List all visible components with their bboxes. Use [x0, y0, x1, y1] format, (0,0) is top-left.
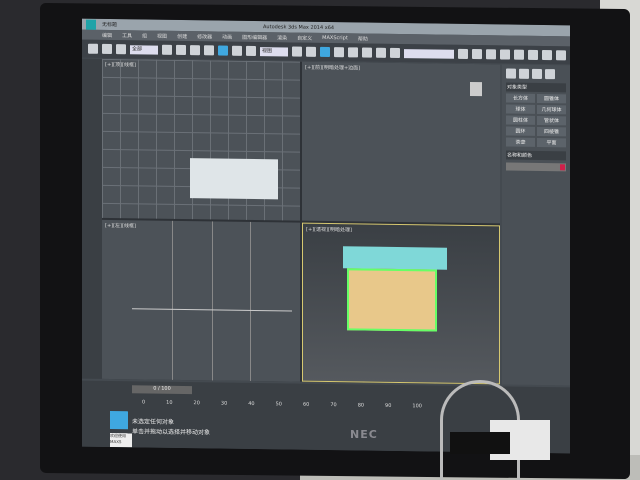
rotate-icon[interactable] [232, 45, 242, 56]
mirror-icon[interactable] [458, 48, 468, 59]
maxscript-listener[interactable]: 欢迎使用 MAXS [110, 432, 132, 448]
geosphere-button[interactable]: 几何球体 [537, 104, 566, 115]
tick-label: 30 [220, 400, 228, 407]
file-name: 无标题 [102, 21, 118, 29]
pivot-icon[interactable] [292, 46, 302, 57]
tick-label: 90 [385, 402, 392, 409]
building-model[interactable] [347, 268, 437, 332]
viewport-perspective[interactable]: [+][透视][明暗处理] [302, 222, 500, 385]
viewport-label[interactable]: [+][顶][线框] [105, 61, 136, 68]
name-field[interactable] [506, 162, 566, 172]
link-icon[interactable] [88, 43, 98, 54]
percent-snap-icon[interactable] [362, 47, 372, 58]
select-move-icon[interactable] [218, 45, 228, 56]
tick-label: 80 [357, 402, 365, 409]
viewport-label[interactable]: [+][前][明暗处理+边面] [305, 64, 360, 72]
viewport-left[interactable]: [+][左][线框] [102, 219, 300, 382]
menu-help[interactable]: 帮助 [358, 35, 368, 42]
unlink-icon[interactable] [102, 43, 112, 55]
named-selection-dropdown[interactable] [404, 48, 454, 59]
timeline-ticks: 0 10 20 30 40 50 60 70 80 90 100 [142, 399, 422, 417]
hierarchy-tab-icon[interactable] [532, 68, 542, 80]
spinner-snap-icon[interactable] [376, 47, 386, 58]
menu-maxscript[interactable]: MAXScript [322, 35, 348, 41]
time-slider[interactable]: 0 / 100 [132, 385, 192, 395]
curve-editor-icon[interactable] [500, 49, 510, 60]
color-swatch[interactable] [560, 164, 565, 171]
modify-tab-icon[interactable] [519, 68, 529, 79]
selection-filter-dropdown[interactable]: 全部 [130, 44, 158, 55]
menu-animation[interactable]: 动画 [222, 33, 232, 40]
motion-tab-icon[interactable] [545, 69, 555, 80]
menu-modifiers[interactable]: 修改器 [197, 33, 212, 40]
render-setup-icon[interactable] [542, 50, 552, 61]
bind-space-warp-icon[interactable] [116, 44, 126, 55]
sphere-button[interactable]: 球体 [506, 104, 535, 114]
menu-edit[interactable]: 编辑 [102, 31, 112, 38]
object-type-rollout[interactable]: 对象类型 [506, 82, 566, 93]
viewport-label[interactable]: [+][左][线框] [105, 222, 136, 229]
cone-button[interactable]: 圆锥体 [537, 93, 566, 104]
window-crossing-icon[interactable] [204, 45, 214, 56]
app-logo-icon[interactable] [86, 19, 96, 30]
command-panel: 对象类型 长方体 圆锥体 球体 几何球体 圆柱体 管状体 圆环 四棱锥 茶壶 平… [502, 64, 570, 386]
cylinder-button[interactable]: 圆柱体 [506, 115, 535, 125]
command-tabs [506, 68, 566, 80]
tick-label: 70 [330, 402, 337, 409]
menu-customize[interactable]: 自定义 [297, 34, 312, 41]
manipulate-icon[interactable] [306, 46, 316, 57]
tube-button[interactable]: 管状体 [537, 115, 566, 126]
viewcube-icon[interactable] [470, 82, 482, 97]
pyramid-button[interactable]: 四棱锥 [537, 126, 566, 137]
render-icon[interactable] [556, 50, 566, 61]
schematic-icon[interactable] [514, 49, 524, 60]
keyboard-shortcut-icon[interactable] [320, 46, 330, 58]
layer-icon[interactable] [486, 49, 496, 60]
select-by-name-icon[interactable] [176, 44, 186, 56]
angle-snap-icon[interactable] [348, 47, 358, 58]
roof-model[interactable] [343, 246, 447, 270]
viewport-top[interactable]: [+][顶][线框] [102, 58, 300, 221]
menu-create[interactable]: 创建 [177, 32, 187, 39]
menu-group[interactable]: 组 [142, 32, 147, 39]
tick-label: 100 [412, 403, 422, 410]
material-editor-icon[interactable] [528, 49, 538, 60]
tick-label: 60 [302, 401, 310, 408]
scale-icon[interactable] [246, 45, 256, 57]
select-object-icon[interactable] [162, 44, 172, 55]
snap-icon[interactable] [334, 47, 344, 58]
tick-label: 10 [166, 399, 173, 406]
edit-named-sets-icon[interactable] [390, 47, 400, 59]
teapot-button[interactable]: 茶壶 [506, 137, 535, 147]
power-adapter [450, 432, 510, 454]
tick-label: 0 [142, 399, 146, 406]
primitive-buttons: 长方体 圆锥体 球体 几何球体 圆柱体 管状体 圆环 四棱锥 茶壶 平面 [506, 93, 566, 148]
viewports: [+][顶][线框] [+][前][明暗处理+边面] [+][左][线框] [+… [102, 58, 500, 385]
menu-views[interactable]: 视图 [157, 32, 167, 39]
menu-rendering[interactable]: 渲染 [277, 34, 287, 41]
create-tab-icon[interactable] [506, 68, 516, 79]
menu-graph-editors[interactable]: 图形编辑器 [242, 33, 267, 40]
coord-system-dropdown[interactable]: 视图 [260, 46, 288, 56]
align-icon[interactable] [472, 49, 482, 60]
tick-label: 50 [275, 401, 282, 408]
grid-axis [132, 308, 292, 312]
menu-tools[interactable]: 工具 [122, 32, 132, 39]
viewport-layout-icon[interactable] [110, 410, 128, 430]
building-model[interactable] [190, 158, 278, 200]
window-title: Autodesk 3ds Max 2014 x64 [263, 23, 335, 31]
viewport-label[interactable]: [+][透视][明暗处理] [306, 226, 352, 234]
status-text: 未选定任何对象 单击并拖动以选择并移动对象 [132, 417, 210, 438]
box-button[interactable]: 长方体 [506, 93, 535, 103]
monitor-brand-logo: NEC [350, 428, 378, 441]
tick-label: 40 [248, 400, 255, 408]
tick-label: 20 [193, 400, 200, 407]
status-line-2: 单击并拖动以选择并移动对象 [132, 428, 211, 437]
rect-selection-icon[interactable] [190, 45, 200, 56]
viewport-front[interactable]: [+][前][明暗处理+边面] [302, 61, 500, 224]
plane-button[interactable]: 平面 [537, 137, 566, 148]
torus-button[interactable]: 圆环 [506, 126, 535, 136]
name-color-rollout[interactable]: 名称和颜色 [506, 150, 566, 161]
left-strip [82, 58, 102, 379]
